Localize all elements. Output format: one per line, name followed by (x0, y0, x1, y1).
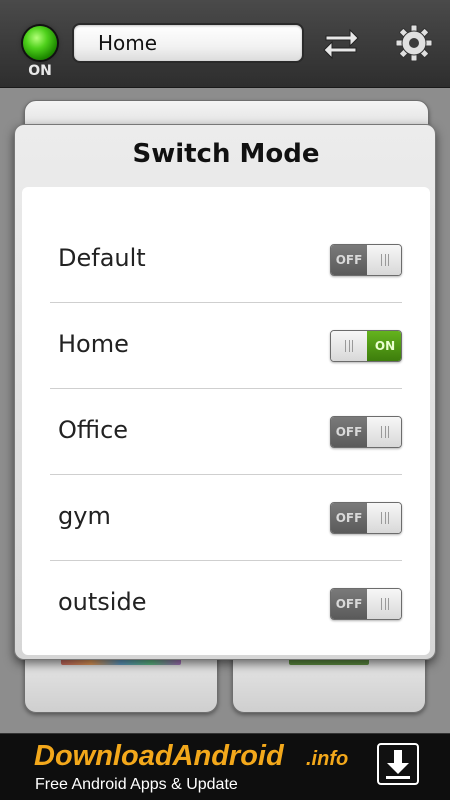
mode-row-default[interactable]: Default OFF (50, 217, 402, 303)
mode-row-office[interactable]: Office OFF (50, 389, 402, 475)
grip-icon (381, 426, 389, 438)
grip-icon (381, 598, 389, 610)
toggle-state-label: OFF (335, 253, 363, 267)
mode-toggle-office[interactable]: OFF (330, 416, 402, 448)
mode-name: Home (58, 330, 129, 358)
toggle-state-label: OFF (335, 425, 363, 439)
current-mode-field[interactable]: Home (72, 23, 304, 63)
mode-name: Default (58, 244, 146, 272)
top-bar: ON Home (0, 0, 450, 88)
grip-icon (345, 340, 353, 352)
grip-icon (381, 254, 389, 266)
mode-row-outside[interactable]: outside OFF (50, 561, 402, 647)
mode-name: Office (58, 416, 129, 444)
mode-name: outside (58, 588, 147, 616)
mode-toggle-default[interactable]: OFF (330, 244, 402, 276)
ad-brand: DownloadAndroid (34, 740, 284, 772)
ad-tagline: Free Android Apps & Update (35, 776, 238, 793)
mode-row-home[interactable]: Home ON (50, 303, 402, 389)
mode-row-gym[interactable]: gym OFF (50, 475, 402, 561)
mode-list: Default OFF Home ON Office OFF gym OFF o… (22, 187, 430, 655)
toggle-state-label: ON (374, 339, 396, 353)
ad-domain: .info (306, 748, 349, 770)
mode-toggle-outside[interactable]: OFF (330, 588, 402, 620)
mode-toggle-home[interactable]: ON (330, 330, 402, 362)
power-indicator[interactable] (23, 26, 57, 60)
grip-icon (381, 512, 389, 524)
gear-icon[interactable] (395, 24, 433, 62)
mode-name: gym (58, 502, 111, 530)
dialog-title: Switch Mode (132, 139, 320, 169)
toggle-state-label: OFF (335, 597, 363, 611)
mode-toggle-gym[interactable]: OFF (330, 502, 402, 534)
download-icon[interactable] (377, 743, 419, 785)
toggle-state-label: OFF (335, 511, 363, 525)
switch-mode-dialog: Switch Mode Default OFF Home ON Office O… (14, 124, 436, 660)
power-status-label: ON (28, 63, 52, 79)
swap-arrows-icon[interactable] (322, 24, 360, 62)
